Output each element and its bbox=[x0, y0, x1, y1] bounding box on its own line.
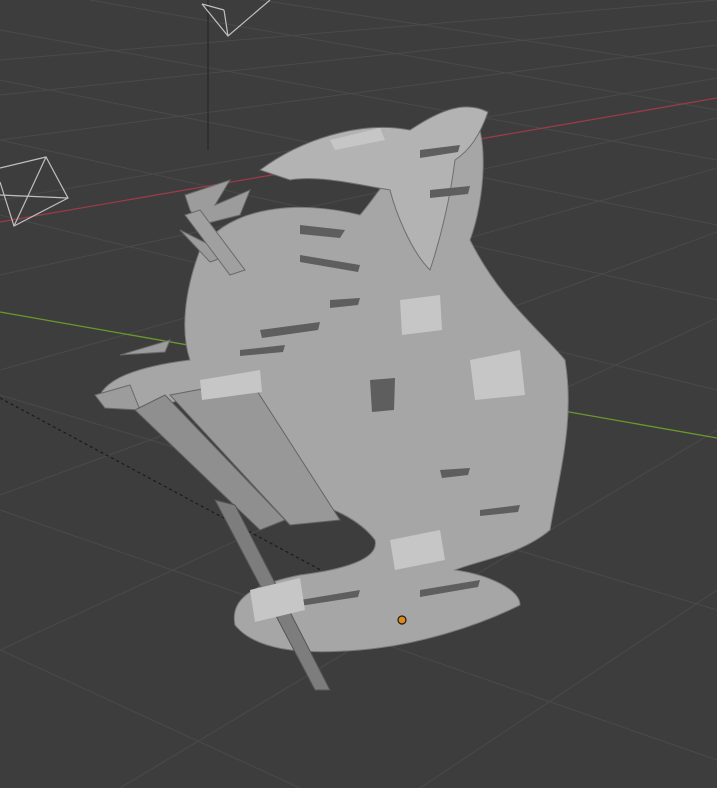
viewport-scene[interactable] bbox=[0, 0, 717, 788]
3d-viewport[interactable] bbox=[0, 0, 717, 788]
object-origin-icon[interactable] bbox=[397, 615, 407, 625]
